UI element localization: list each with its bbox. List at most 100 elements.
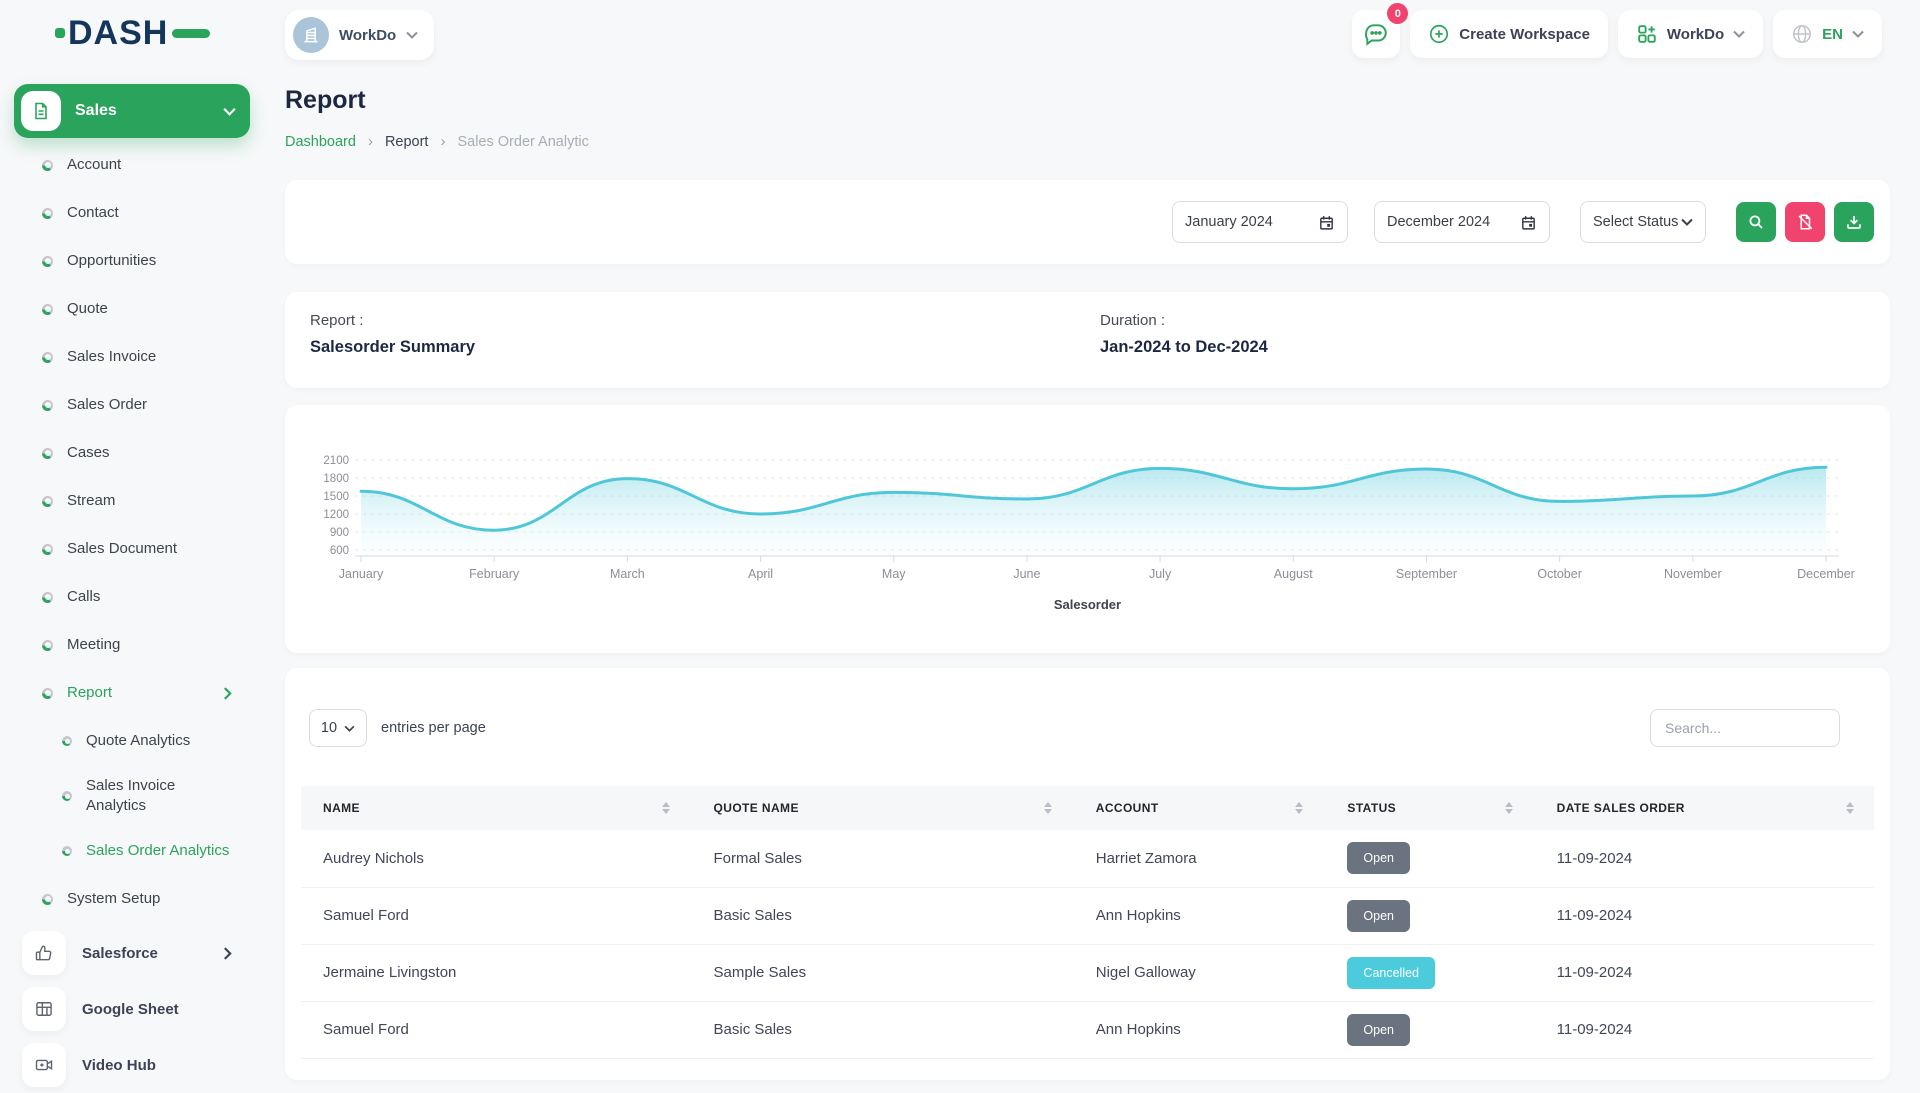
download-button[interactable] (1834, 202, 1874, 242)
sort-icon[interactable] (1044, 802, 1052, 814)
sort-icon[interactable] (1295, 802, 1303, 814)
sidebar-item-sales-invoice[interactable]: Sales Invoice (14, 333, 250, 381)
sidebar-item-sales-order[interactable]: Sales Order (14, 381, 250, 429)
sort-icon[interactable] (1846, 802, 1854, 814)
sidebar-item-contact[interactable]: Contact (14, 189, 250, 237)
sidebar-item-meeting[interactable]: Meeting (14, 621, 250, 669)
sidebar-item-account[interactable]: Account (14, 141, 250, 189)
bullet-icon (42, 352, 53, 363)
table-row[interactable]: Samuel Ford Basic Sales Ann Hopkins Open… (301, 887, 1874, 944)
column-header-quote-name[interactable]: QUOTE NAME (690, 786, 1072, 830)
breadcrumb-dashboard[interactable]: Dashboard (285, 134, 356, 150)
grid-plus-icon (1636, 23, 1658, 45)
svg-text:900: 900 (330, 527, 349, 539)
language-label: EN (1822, 26, 1843, 43)
bullet-icon (42, 256, 53, 267)
svg-text:October: October (1537, 567, 1581, 581)
chevron-down-icon (223, 107, 236, 116)
sidebar-item-sales-document[interactable]: Sales Document (14, 525, 250, 573)
end-month-input[interactable]: December 2024 (1374, 201, 1550, 243)
bullet-icon (42, 400, 53, 411)
svg-text:600: 600 (330, 545, 349, 557)
apply-filter-button[interactable] (1736, 202, 1776, 242)
breadcrumb-report[interactable]: Report (385, 134, 429, 150)
salesorder-area-chart[interactable]: 2100180015001200900600JanuaryFebruaryMar… (309, 445, 1866, 595)
entries-per-page-select[interactable]: 10 (309, 709, 367, 747)
sidebar-item-sales-order-analytics[interactable]: Sales Order Analytics (14, 827, 250, 875)
bullet-icon (42, 894, 53, 905)
sales-doc-tile (21, 91, 61, 131)
svg-text:June: June (1013, 567, 1040, 581)
sidebar-item-quote-analytics[interactable]: Quote Analytics (14, 717, 250, 765)
table-row[interactable]: Jermaine Livingston Sample Sales Nigel G… (301, 944, 1874, 1001)
sidebar-app-salesforce[interactable]: Salesforce (14, 925, 250, 981)
globe-icon (1791, 23, 1813, 45)
svg-text:1500: 1500 (323, 491, 349, 503)
bullet-icon (42, 592, 53, 603)
clear-filter-icon (1796, 213, 1814, 231)
sidebar-item-report[interactable]: Report (14, 669, 250, 717)
bullet-icon (62, 736, 72, 746)
filter-bar: January 2024 December 2024 Select Status (285, 180, 1890, 264)
workspace-selector[interactable]: WorkDo (285, 10, 434, 60)
table-header-row: NAME QUOTE NAME ACCOUNT STATUS DATE SALE… (301, 786, 1874, 830)
sidebar-item-stream[interactable]: Stream (14, 477, 250, 525)
status-select[interactable]: Select Status (1580, 201, 1706, 243)
column-header-name[interactable]: NAME (301, 786, 690, 830)
chevron-down-icon (344, 725, 355, 732)
sidebar-app-google-sheet[interactable]: Google Sheet (14, 981, 250, 1037)
chevron-down-icon (1852, 30, 1864, 38)
sidebar-item-calls[interactable]: Calls (14, 573, 250, 621)
sidebar-item-cases[interactable]: Cases (14, 429, 250, 477)
chart-x-title: Salesorder (285, 597, 1890, 612)
column-header-status[interactable]: STATUS (1323, 786, 1532, 830)
duration-label: Duration : (1100, 312, 1268, 329)
svg-text:1200: 1200 (323, 509, 349, 521)
status-badge: Open (1347, 900, 1410, 932)
reset-filter-button[interactable] (1785, 202, 1825, 242)
search-icon (1747, 213, 1765, 231)
table-row[interactable]: Samuel Ford Basic Sales Ann Hopkins Open… (301, 1001, 1874, 1058)
bullet-icon (42, 640, 53, 651)
start-month-input[interactable]: January 2024 (1172, 201, 1348, 243)
workspace-avatar (293, 17, 329, 53)
google-sheet-tile (22, 987, 66, 1031)
app-logo: DASH (55, 16, 210, 50)
svg-text:February: February (469, 567, 520, 581)
svg-text:July: July (1149, 567, 1172, 581)
bullet-icon (42, 448, 53, 459)
calendar-icon (1318, 214, 1335, 231)
building-icon (301, 25, 321, 45)
salesorder-chart-card: 2100180015001200900600JanuaryFebruaryMar… (285, 405, 1890, 653)
sort-icon[interactable] (662, 802, 670, 814)
workdo-menu-button[interactable]: WorkDo (1618, 10, 1763, 58)
chevron-right-icon (223, 687, 232, 700)
report-value: Salesorder Summary (310, 338, 475, 357)
create-workspace-button[interactable]: Create Workspace (1410, 10, 1608, 58)
sidebar-app-video-hub[interactable]: Video Hub (14, 1037, 250, 1093)
sidebar-item-opportunities[interactable]: Opportunities (14, 237, 250, 285)
bullet-icon (62, 846, 72, 856)
table-search-input[interactable] (1650, 709, 1840, 747)
status-badge: Open (1347, 842, 1410, 874)
sidebar-item-sales-invoice-analytics[interactable]: Sales Invoice Analytics (14, 765, 250, 827)
bullet-icon (42, 160, 53, 171)
sidebar-item-quote[interactable]: Quote (14, 285, 250, 333)
table-row[interactable]: Audrey Nichols Formal Sales Harriet Zamo… (301, 830, 1874, 887)
sidebar-item-system-setup[interactable]: System Setup (14, 875, 250, 923)
svg-text:August: August (1274, 567, 1313, 581)
page-title: Report (285, 86, 366, 115)
sidebar-section-label: Sales (75, 102, 223, 120)
language-selector[interactable]: EN (1773, 10, 1882, 58)
messages-button[interactable]: 0 (1352, 10, 1400, 58)
bullet-icon (42, 496, 53, 507)
logo-bar (172, 29, 210, 38)
sort-icon[interactable] (1505, 802, 1513, 814)
messages-badge: 0 (1387, 3, 1408, 24)
column-header-account[interactable]: ACCOUNT (1072, 786, 1324, 830)
sidebar-section-sales[interactable]: Sales (14, 84, 250, 138)
plus-circle-icon (1428, 23, 1450, 45)
bullet-icon (42, 304, 53, 315)
column-header-date-sales-order[interactable]: DATE SALES ORDER (1533, 786, 1874, 830)
chevron-down-icon (406, 31, 418, 39)
